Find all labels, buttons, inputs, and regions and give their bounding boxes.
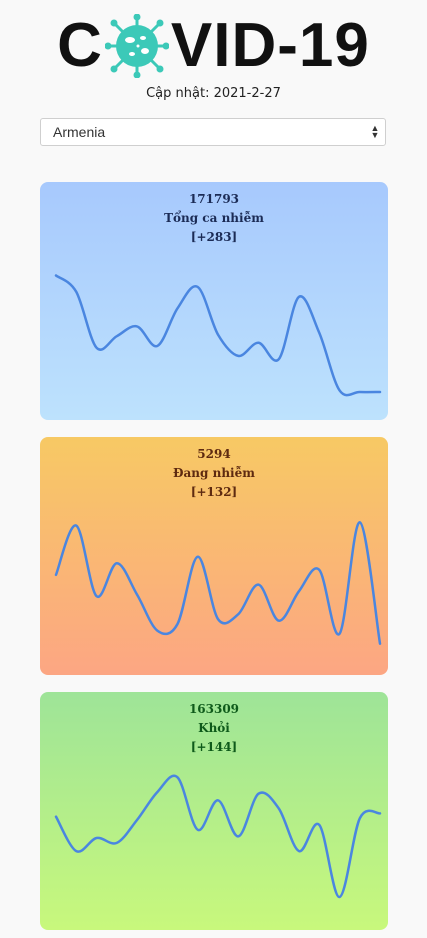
card-recovered: 163309 Khỏi [+144] [40,692,388,930]
card-total-cases: 171793 Tổng ca nhiễm [+283] [40,182,388,420]
logo-text-left: C [57,11,103,80]
recovered-trend-line [54,774,382,899]
recovered-trend-chart [54,774,382,899]
logo: C VID-19 [0,8,427,84]
logo-text-right: VID-19 [170,11,370,80]
updown-arrows-icon: ▲ ▼ [370,123,380,140]
country-select[interactable]: Armenia ▲ ▼ [40,118,386,146]
virus-icon [104,14,169,78]
total-trend-line [54,274,382,397]
update-date: Cập nhật: 2021-2-27 [146,86,281,101]
card-active-cases: 5294 Đang nhiễm [+132] [40,437,388,675]
total-trend-chart [54,274,382,397]
country-select-value: Armenia [53,124,106,140]
active-trend-line [54,521,382,645]
active-trend-chart [54,521,382,645]
